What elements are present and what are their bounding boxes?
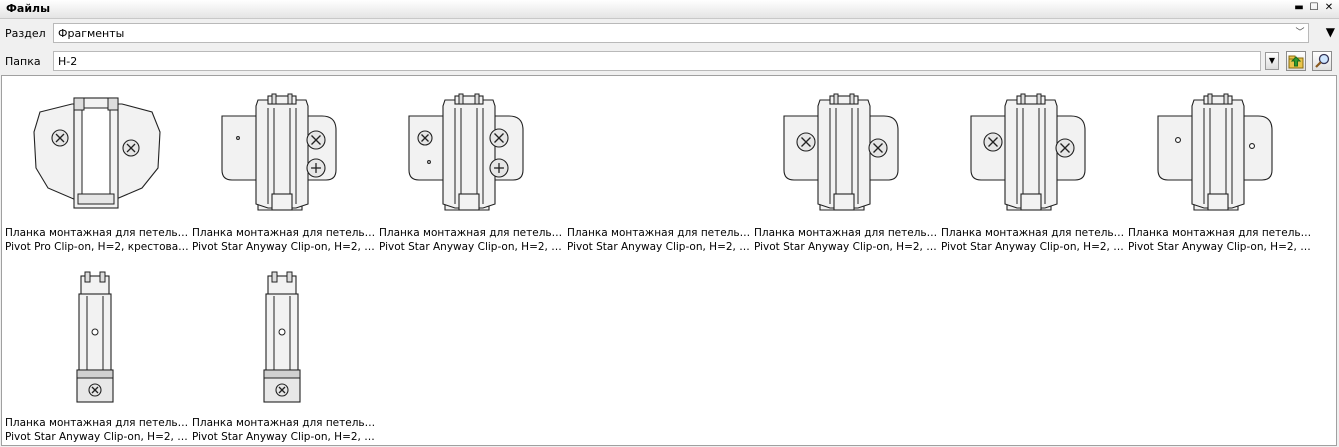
close-icon[interactable]: ✕: [1323, 1, 1335, 15]
folder-row: Папка Н-2 ▼: [0, 48, 1339, 74]
minimize-icon[interactable]: ▬: [1293, 1, 1305, 15]
file-caption-line2: Pivot Star Anyway Clip-on, H=2, к...: [754, 241, 938, 253]
file-thumbnail[interactable]: [2, 76, 188, 226]
file-caption: Планка монтажная для петель DTC Pivot Sta…: [192, 416, 376, 444]
window-title: Файлы: [6, 2, 51, 15]
chevron-down-icon[interactable]: ﹀: [1292, 24, 1308, 42]
file-caption-line2: Pivot Star Anyway Clip-on, H=2, к...: [1128, 241, 1312, 253]
file-caption-line1: Планка монтажная для петель DTC: [5, 227, 189, 239]
file-item[interactable]: Планка монтажная для петель DTC Pivot Sta…: [1125, 76, 1312, 266]
file-caption-line2: Pivot Star Anyway Clip-on, H=2, к...: [567, 241, 751, 253]
file-caption-line1: Планка монтажная для петель DTC: [567, 227, 751, 239]
folder-dropdown-button[interactable]: ▼: [1265, 52, 1279, 70]
file-caption: Планка монтажная для петель DTC Pivot Sta…: [5, 416, 189, 444]
folder-up-button[interactable]: [1286, 51, 1306, 71]
folder-up-icon: [1288, 55, 1304, 69]
window-titlebar: Файлы ▬ ☐ ✕: [0, 0, 1339, 19]
file-caption-line1: Планка монтажная для петель DTC: [192, 227, 376, 239]
file-thumbnail[interactable]: [2, 266, 188, 416]
file-item[interactable]: Планка монтажная для петель DTC Pivot Sta…: [189, 266, 376, 445]
file-thumbnail[interactable]: [1125, 76, 1311, 226]
file-item[interactable]: Планка монтажная для петель DTC Pivot Sta…: [189, 76, 376, 266]
search-icon: [1315, 53, 1330, 68]
file-item[interactable]: Планка монтажная для петель DTC Pivot Sta…: [938, 76, 1125, 266]
file-thumbnail[interactable]: [751, 76, 937, 226]
folder-label: Папка: [5, 55, 41, 68]
file-caption: Планка монтажная для петель DTC Pivot Sta…: [1128, 226, 1312, 254]
file-thumbnail[interactable]: [938, 76, 1124, 226]
section-label: Раздел: [5, 27, 46, 40]
section-select[interactable]: Фрагменты ﹀: [53, 23, 1309, 43]
file-item[interactable]: Планка монтажная для петель DTC Pivot Sta…: [376, 76, 563, 266]
folder-field[interactable]: Н-2: [53, 51, 1261, 71]
window-controls: ▬ ☐ ✕: [1293, 1, 1335, 15]
section-value: Фрагменты: [58, 27, 125, 40]
folder-value: Н-2: [58, 55, 78, 68]
file-caption-line1: Планка монтажная для петель DTC: [754, 227, 938, 239]
file-thumbnail[interactable]: [189, 266, 375, 416]
file-thumbnail[interactable]: [564, 76, 750, 226]
file-item[interactable]: Планка монтажная для петель DTC Pivot Pro…: [2, 76, 189, 266]
file-caption: Планка монтажная для петель DTC Pivot Sta…: [754, 226, 938, 254]
file-item[interactable]: Планка монтажная для петель DTC Pivot Sta…: [2, 266, 189, 445]
maximize-icon[interactable]: ☐: [1308, 1, 1320, 15]
file-caption-line2: Pivot Star Anyway Clip-on, H=2, п...: [5, 431, 189, 443]
file-caption-line2: Pivot Pro Clip-on, H=2, крестовая...: [5, 241, 189, 253]
panel-menu-icon[interactable]: ▼: [1326, 25, 1335, 39]
file-thumbnail[interactable]: [376, 76, 562, 226]
file-caption: Планка монтажная для петель DTC Pivot Sta…: [941, 226, 1125, 254]
file-thumbnail[interactable]: [189, 76, 375, 226]
file-caption-line1: Планка монтажная для петель DTC: [941, 227, 1125, 239]
file-caption-line2: Pivot Star Anyway Clip-on, H=2, к...: [192, 241, 376, 253]
file-caption-line1: Планка монтажная для петель DTC: [1128, 227, 1312, 239]
file-caption-line1: Планка монтажная для петель DTC: [192, 417, 376, 429]
file-caption: Планка монтажная для петель DTC Pivot Sta…: [192, 226, 376, 254]
file-item[interactable]: Планка монтажная для петель DTC Pivot Sta…: [564, 76, 751, 266]
file-caption-line2: Pivot Star Anyway Clip-on, H=2, п...: [192, 431, 376, 443]
file-caption: Планка монтажная для петель DTC Pivot Sta…: [567, 226, 751, 254]
file-caption-line1: Планка монтажная для петель DTC: [379, 227, 563, 239]
file-caption-line1: Планка монтажная для петель DTC: [5, 417, 189, 429]
file-grid[interactable]: Планка монтажная для петель DTC Pivot Pro…: [1, 75, 1337, 446]
file-caption-line2: Pivot Star Anyway Clip-on, H=2, к...: [379, 241, 563, 253]
section-row: Раздел Фрагменты ﹀ ▼: [0, 19, 1339, 47]
search-button[interactable]: [1312, 51, 1332, 71]
file-caption-line2: Pivot Star Anyway Clip-on, H=2, к...: [941, 241, 1125, 253]
file-caption: Планка монтажная для петель DTC Pivot Sta…: [379, 226, 563, 254]
file-caption: Планка монтажная для петель DTC Pivot Pro…: [5, 226, 189, 254]
file-item[interactable]: Планка монтажная для петель DTC Pivot Sta…: [751, 76, 938, 266]
